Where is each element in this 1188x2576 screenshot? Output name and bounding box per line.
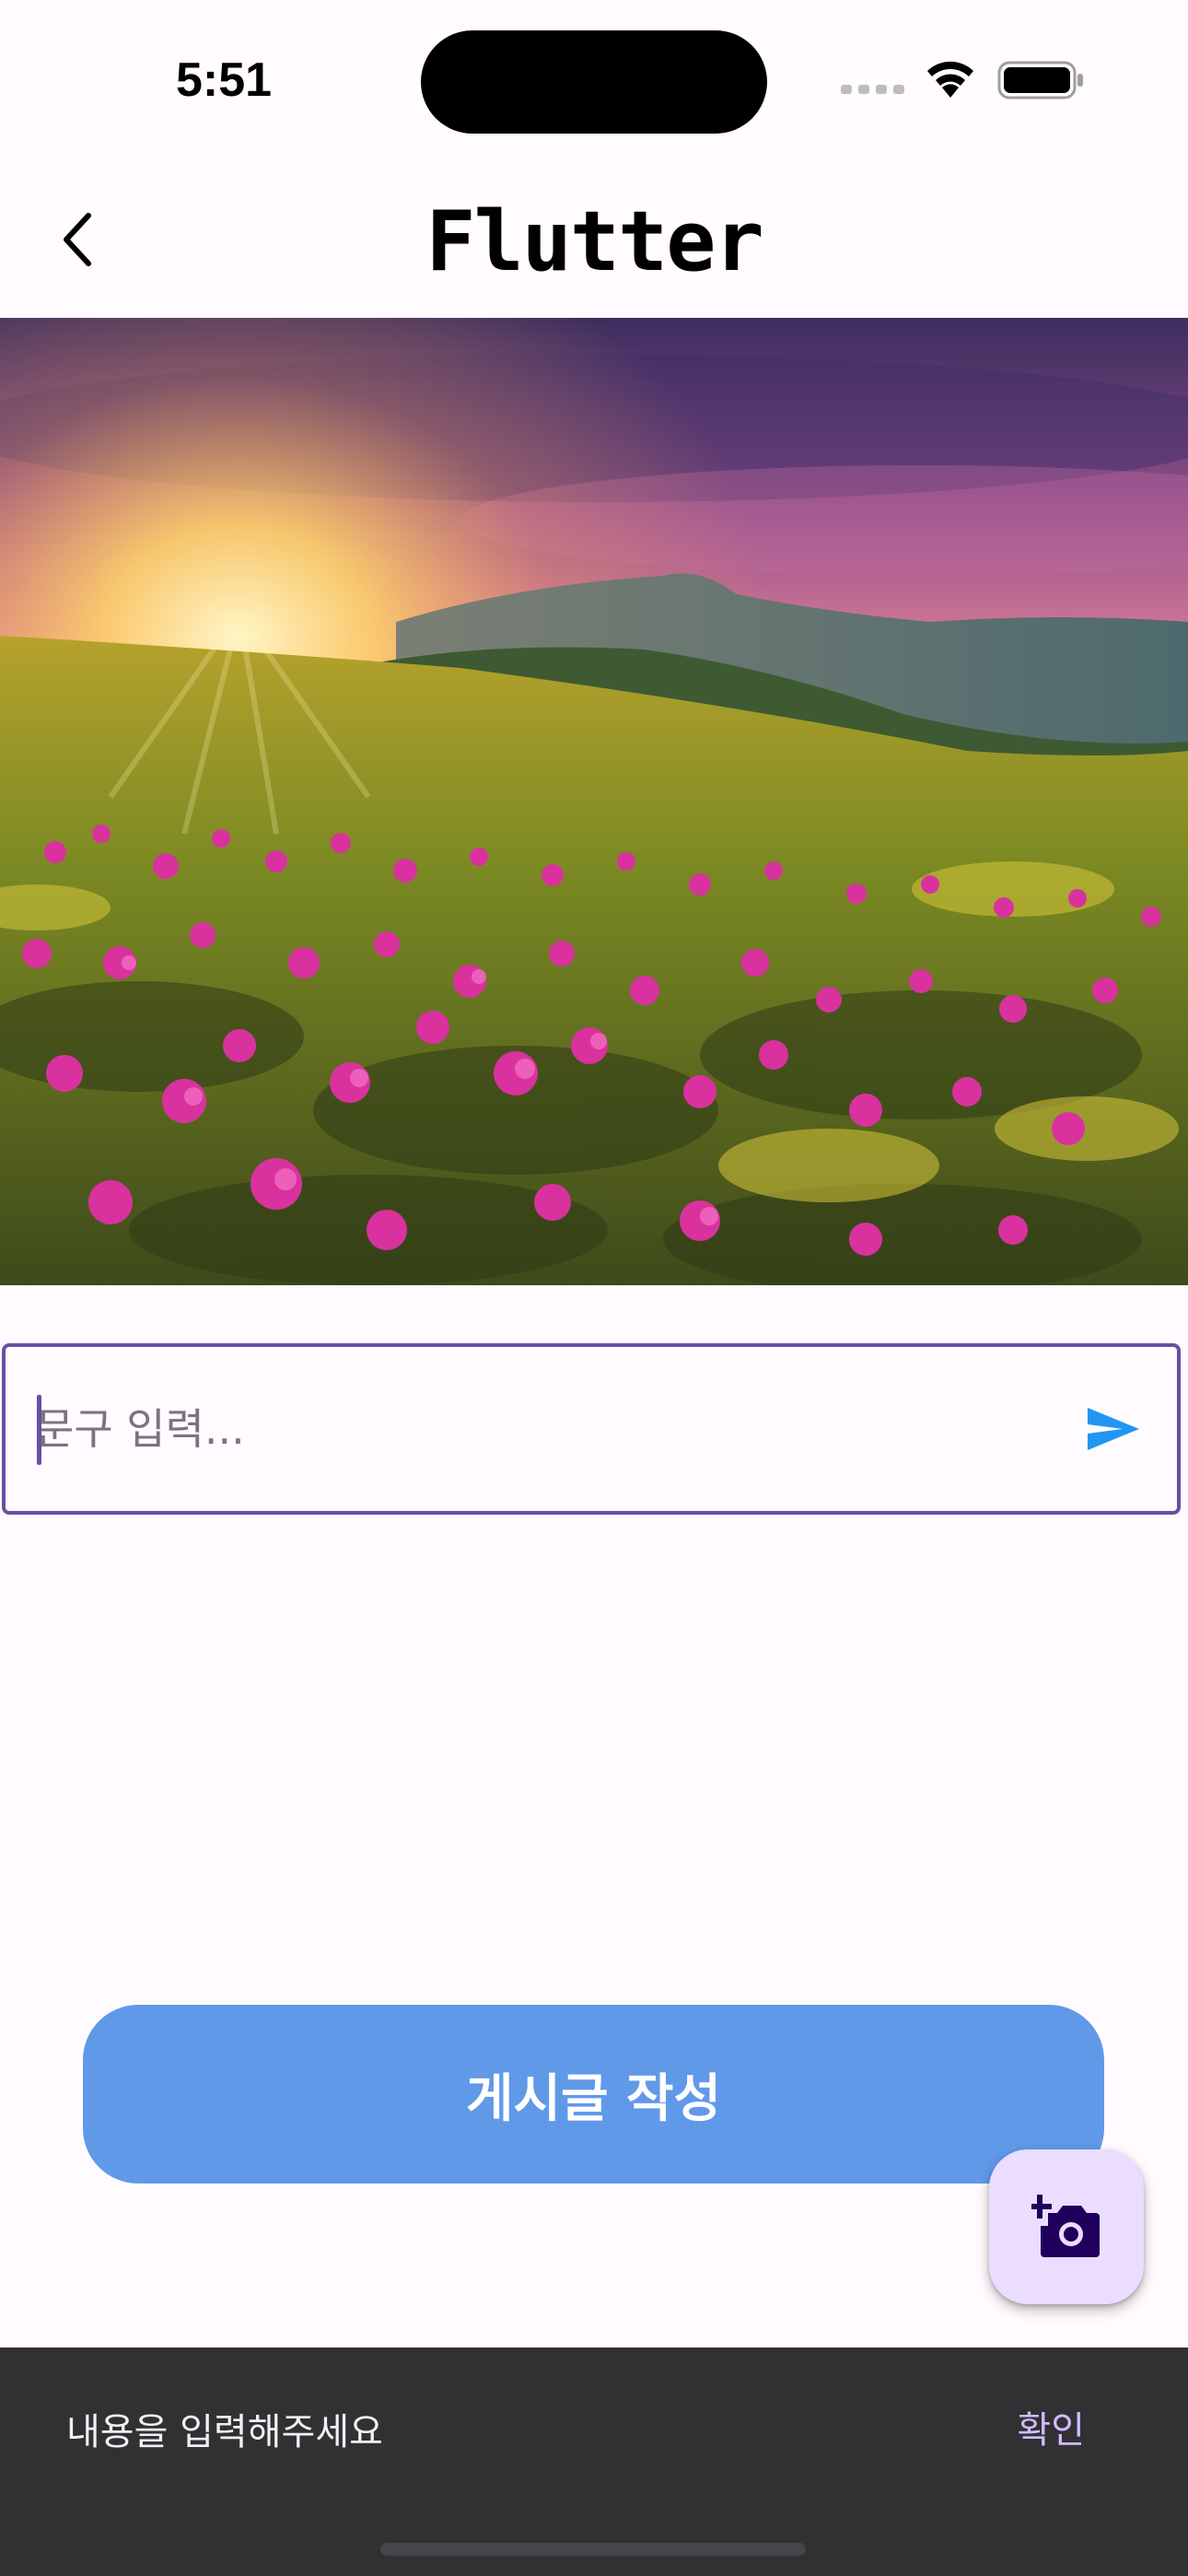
- caption-input[interactable]: [35, 1347, 1048, 1511]
- dynamic-island: [421, 30, 767, 134]
- snackbar: 내용을 입력해주세요 확인: [0, 2348, 1188, 2576]
- send-icon: [1088, 1408, 1139, 1450]
- signal-dots-icon: [841, 85, 904, 94]
- back-button[interactable]: [41, 203, 114, 276]
- status-time: 5:51: [175, 53, 273, 107]
- battery-icon: [997, 61, 1083, 100]
- caption-input-field: [2, 1343, 1181, 1515]
- snackbar-message: 내용을 입력해주세요: [66, 2411, 383, 2453]
- chevron-left-icon: [64, 213, 91, 266]
- wifi-icon: [927, 61, 973, 98]
- status-bar: 5:51: [0, 0, 1188, 166]
- snackbar-confirm-button[interactable]: 확인: [1009, 2403, 1092, 2458]
- text-caret: [37, 1395, 41, 1465]
- add-photo-camera-icon: [1031, 2195, 1100, 2257]
- add-photo-fab[interactable]: [989, 2149, 1144, 2304]
- send-button[interactable]: [1077, 1393, 1149, 1465]
- app-bar: Flutter: [0, 166, 1188, 318]
- create-post-button[interactable]: 게시글 작성: [83, 2005, 1104, 2184]
- home-indicator: [380, 2543, 806, 2556]
- selected-photo: [0, 318, 1188, 1285]
- page-title: Flutter: [425, 193, 763, 290]
